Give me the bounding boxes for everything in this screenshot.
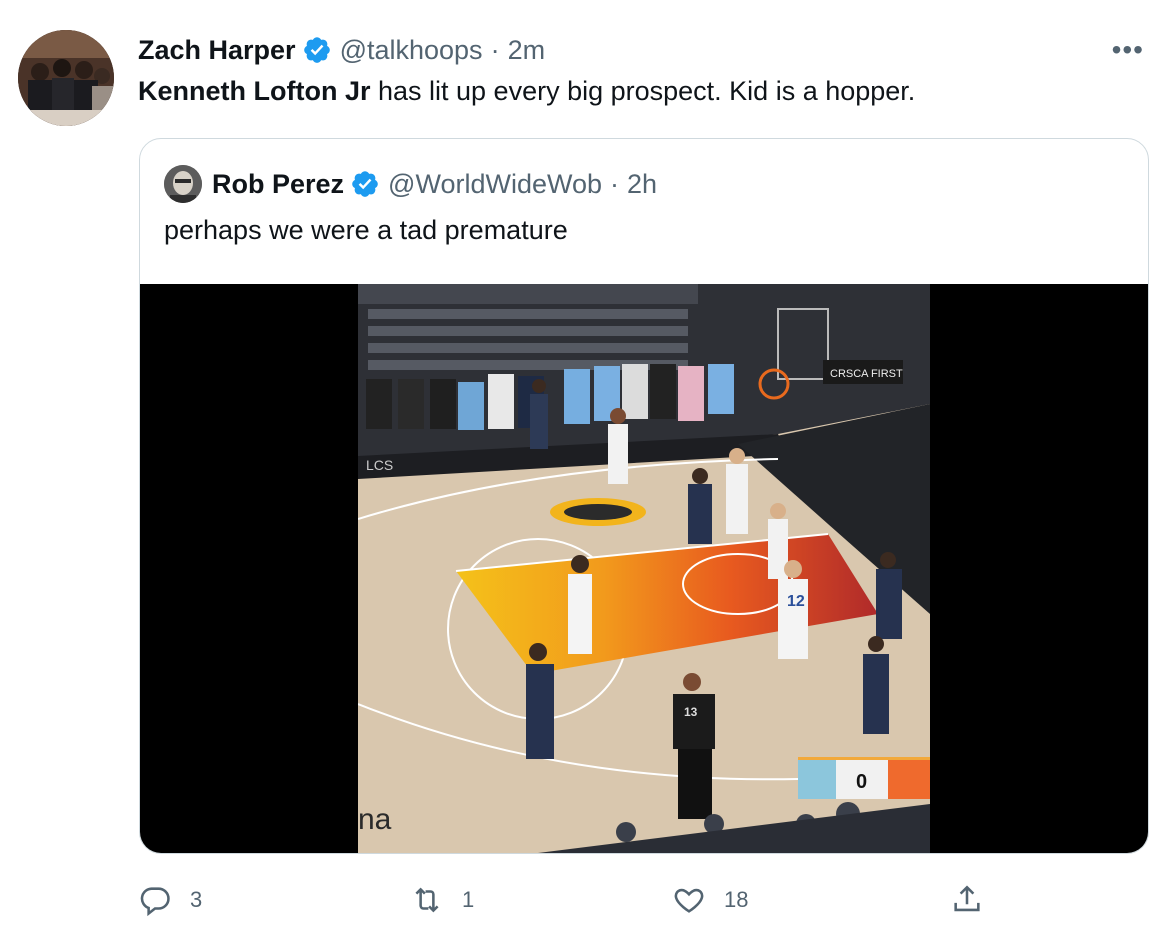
author-handle[interactable]: @talkhoops — [340, 35, 483, 66]
tweet-header: Zach Harper @talkhoops · 2m — [138, 32, 545, 68]
reply-icon — [140, 887, 170, 917]
verified-badge-icon — [352, 171, 378, 197]
video-player[interactable]: LCS CRSCA FIRST 12 13 na 0 — [140, 284, 1148, 853]
separator-dot: · — [490, 34, 500, 65]
like-count: 18 — [724, 887, 749, 912]
quoted-tweet-header: Rob Perez @WorldWideWob · 2h — [164, 165, 657, 203]
quoted-tweet-text: perhaps we were a tad premature — [164, 215, 568, 245]
more-icon[interactable]: ••• — [1112, 34, 1144, 66]
retweet-button[interactable]: 1 — [410, 872, 474, 928]
separator-dot: · — [610, 168, 620, 199]
quoted-author-handle[interactable]: @WorldWideWob — [388, 169, 602, 200]
referee-number: 13 — [684, 705, 698, 719]
avatar[interactable] — [18, 30, 114, 126]
player-number: 12 — [787, 593, 805, 610]
reply-count: 3 — [190, 887, 203, 912]
like-icon — [674, 888, 704, 913]
author-name[interactable]: Zach Harper — [138, 35, 296, 66]
retweet-icon — [415, 887, 439, 913]
tweet-time[interactable]: 2m — [508, 35, 546, 66]
quoted-tweet-time[interactable]: 2h — [627, 169, 657, 200]
retweet-count: 1 — [462, 887, 475, 912]
score-value: 0 — [856, 771, 867, 793]
like-button[interactable]: 18 — [672, 872, 748, 928]
share-button[interactable] — [950, 872, 1002, 928]
mention-text: Kenneth Lofton Jr — [138, 76, 371, 106]
verified-badge-icon — [303, 37, 330, 63]
tweet: Zach Harper @talkhoops · 2m ••• Kenneth … — [0, 0, 1164, 946]
action-bar: 3 1 18 — [0, 872, 1164, 928]
reply-button[interactable]: 3 — [138, 872, 202, 928]
tweet-text: Kenneth Lofton Jr has lit up every big p… — [138, 76, 915, 107]
video-frame[interactable]: LCS CRSCA FIRST 12 13 na 0 — [358, 284, 930, 853]
share-icon — [954, 885, 980, 912]
quoted-author-name[interactable]: Rob Perez — [212, 169, 344, 200]
quoted-tweet[interactable]: Rob Perez @WorldWideWob · 2h perhaps we … — [139, 138, 1149, 854]
sponsor-sign: CRSCA FIRST — [830, 368, 903, 380]
quoted-avatar[interactable] — [164, 165, 202, 203]
court-floor-text: na — [358, 803, 392, 836]
basketball-court-scene: LCS CRSCA FIRST 12 13 na 0 — [358, 284, 930, 853]
court-banner-text: LCS — [366, 457, 393, 473]
tweet-text-body: has lit up every big prospect. Kid is a … — [370, 76, 916, 106]
